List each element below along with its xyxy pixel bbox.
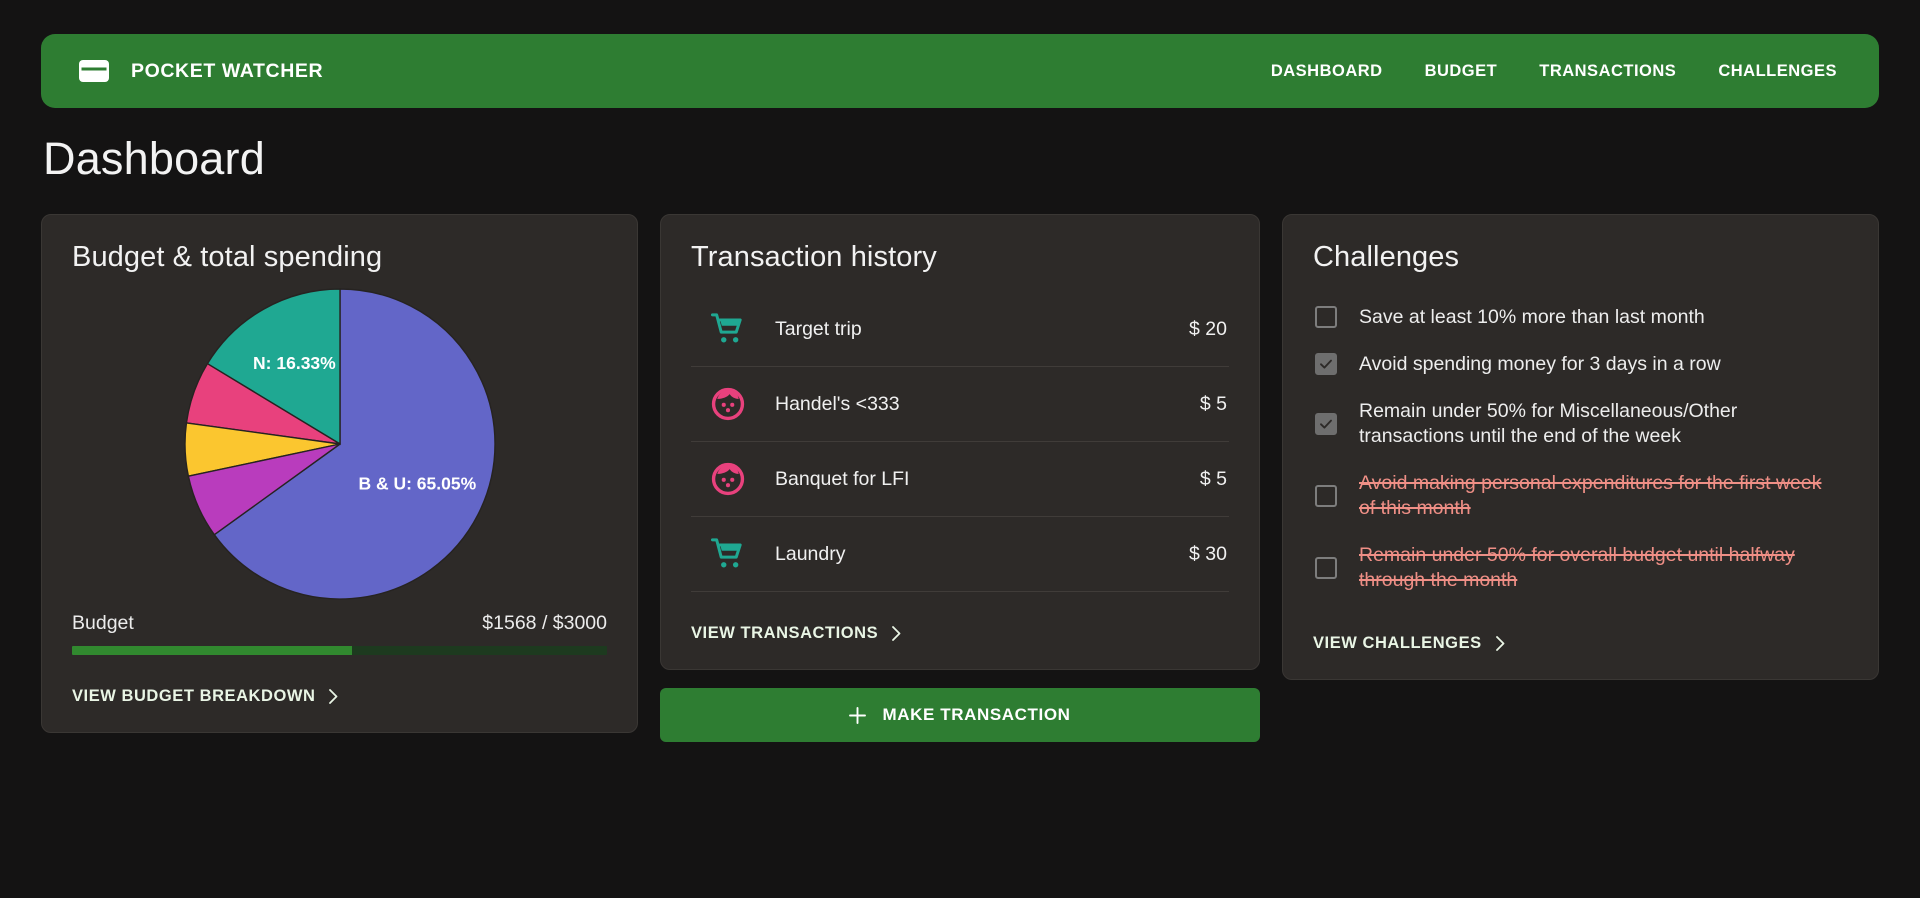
- make-transaction-label: MAKE TRANSACTION: [882, 705, 1071, 724]
- nav-link-budget[interactable]: BUDGET: [1425, 62, 1498, 81]
- transaction-history-card: Transaction history Target trip $ 20 Hande…: [660, 214, 1260, 670]
- nav-links: DASHBOARD BUDGET TRANSACTIONS CHALLENGES: [1271, 62, 1843, 81]
- view-challenges-label: VIEW CHALLENGES: [1313, 633, 1482, 652]
- transaction-amount: $ 30: [1189, 542, 1227, 565]
- transaction-row[interactable]: Handel's <333 $ 5: [691, 367, 1229, 442]
- top-navigation-bar: POCKET WATCHER DASHBOARD BUDGET TRANSACT…: [41, 34, 1879, 108]
- dashboard-cards: Budget & total spending B & U: 65.05% N: …: [41, 214, 1879, 742]
- transaction-name: Target trip: [775, 317, 862, 340]
- transaction-row[interactable]: Banquet for LFI $ 5: [691, 442, 1229, 517]
- plus-icon: [849, 706, 867, 724]
- challenge-row: Avoid spending money for 3 days in a row: [1313, 343, 1848, 386]
- chevron-right-icon: [329, 689, 338, 704]
- challenges-card-title: Challenges: [1313, 241, 1460, 273]
- shopping-cart-icon: [710, 312, 745, 346]
- transaction-amount: $ 20: [1189, 317, 1227, 340]
- challenge-checkbox[interactable]: [1315, 306, 1337, 329]
- nav-link-transactions[interactable]: TRANSACTIONS: [1539, 62, 1676, 81]
- view-budget-breakdown-label: VIEW BUDGET BREAKDOWN: [72, 687, 316, 705]
- transaction-row[interactable]: Laundry $ 30: [691, 517, 1229, 592]
- page-title: Dashboard: [43, 133, 265, 184]
- view-challenges-link[interactable]: VIEW CHALLENGES: [1313, 634, 1505, 653]
- pie-chart: B & U: 65.05% N: 16.33%: [72, 284, 607, 604]
- brand[interactable]: POCKET WATCHER: [79, 59, 323, 83]
- budget-progress-bar: [72, 646, 607, 655]
- face-icon: [711, 462, 745, 496]
- transaction-name: Laundry: [775, 542, 846, 565]
- transaction-amount: $ 5: [1199, 392, 1227, 415]
- budget-card: Budget & total spending B & U: 65.05% N: …: [41, 214, 638, 733]
- transaction-history-title: Transaction history: [691, 241, 937, 273]
- budget-column: Budget & total spending B & U: 65.05% N: …: [41, 214, 638, 733]
- challenge-text: Remain under 50% for overall budget unti…: [1359, 543, 1795, 591]
- budget-card-title: Budget & total spending: [72, 241, 383, 273]
- budget-amount: $1568 / $3000: [482, 612, 607, 634]
- budget-pie-svg: B & U: 65.05% N: 16.33%: [183, 288, 496, 600]
- transaction-name: Banquet for LFI: [775, 467, 910, 490]
- challenge-checkbox[interactable]: [1315, 353, 1337, 376]
- shopping-cart-icon: [710, 537, 745, 571]
- nav-link-challenges[interactable]: CHALLENGES: [1718, 62, 1837, 81]
- view-transactions-link[interactable]: VIEW TRANSACTIONS: [691, 624, 901, 643]
- budget-progress-fill: [72, 646, 352, 655]
- challenge-row: Avoid making personal expenditures for t…: [1313, 462, 1848, 530]
- view-budget-breakdown-link[interactable]: VIEW BUDGET BREAKDOWN: [72, 687, 338, 706]
- challenge-row: Remain under 50% for Miscellaneous/Other…: [1313, 390, 1848, 458]
- challenge-checkbox[interactable]: [1315, 556, 1337, 579]
- challenge-row: Save at least 10% more than last month: [1313, 296, 1848, 339]
- transactions-column: Transaction history Target trip $ 20 Hande…: [660, 214, 1260, 742]
- dashboard-page: POCKET WATCHER DASHBOARD BUDGET TRANSACT…: [0, 34, 1920, 898]
- make-transaction-button[interactable]: MAKE TRANSACTION: [660, 688, 1260, 742]
- wallet-icon: [79, 59, 109, 83]
- transaction-amount: $ 5: [1199, 467, 1227, 490]
- challenge-checkbox[interactable]: [1315, 484, 1337, 507]
- transaction-row[interactable]: Target trip $ 20: [691, 292, 1229, 367]
- challenge-row: Remain under 50% for overall budget unti…: [1313, 534, 1848, 602]
- transaction-list: Target trip $ 20 Handel's <333 $ 5 Banquet f…: [691, 292, 1229, 592]
- challenge-text: Remain under 50% for Miscellaneous/Other…: [1359, 399, 1738, 447]
- chevron-right-icon: [1495, 635, 1505, 651]
- budget-label: Budget: [72, 612, 134, 634]
- challenge-text: Save at least 10% more than last month: [1359, 306, 1705, 328]
- challenges-card: Challenges Save at least 10% more than l…: [1282, 214, 1879, 680]
- budget-summary-row: Budget $1568 / $3000: [72, 612, 607, 635]
- pie-slice-label: B & U: 65.05%: [358, 474, 476, 494]
- challenge-text: Avoid making personal expenditures for t…: [1359, 471, 1822, 519]
- challenge-list: Save at least 10% more than last month Av…: [1313, 296, 1848, 602]
- chevron-right-icon: [892, 626, 901, 641]
- challenges-column: Challenges Save at least 10% more than l…: [1282, 214, 1879, 680]
- nav-link-dashboard[interactable]: DASHBOARD: [1271, 62, 1383, 81]
- view-transactions-label: VIEW TRANSACTIONS: [691, 624, 879, 642]
- transaction-name: Handel's <333: [775, 392, 900, 415]
- brand-text: POCKET WATCHER: [131, 59, 324, 82]
- challenge-text: Avoid spending money for 3 days in a row: [1359, 352, 1721, 375]
- face-icon: [711, 387, 745, 421]
- challenge-checkbox[interactable]: [1315, 412, 1337, 435]
- pie-slice-label: N: 16.33%: [253, 353, 336, 373]
